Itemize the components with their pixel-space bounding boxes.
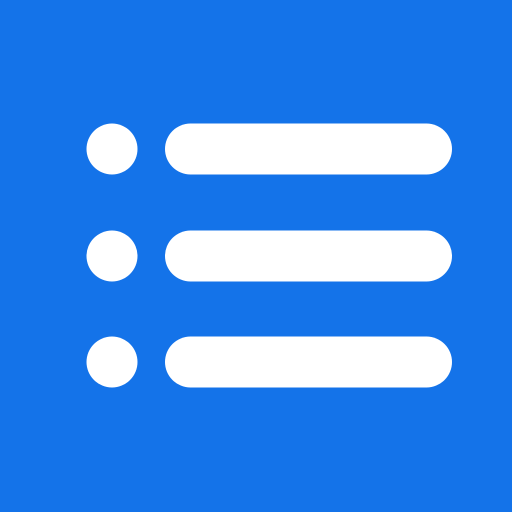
list-line-3 xyxy=(165,336,452,388)
bullet-dot-2 xyxy=(86,230,138,282)
list-app-icon xyxy=(0,0,512,512)
list-icon xyxy=(0,0,512,512)
list-line-1 xyxy=(165,123,452,175)
bullet-dot-3 xyxy=(86,336,138,388)
list-line-2 xyxy=(165,230,452,282)
bullet-dot-1 xyxy=(86,123,138,175)
